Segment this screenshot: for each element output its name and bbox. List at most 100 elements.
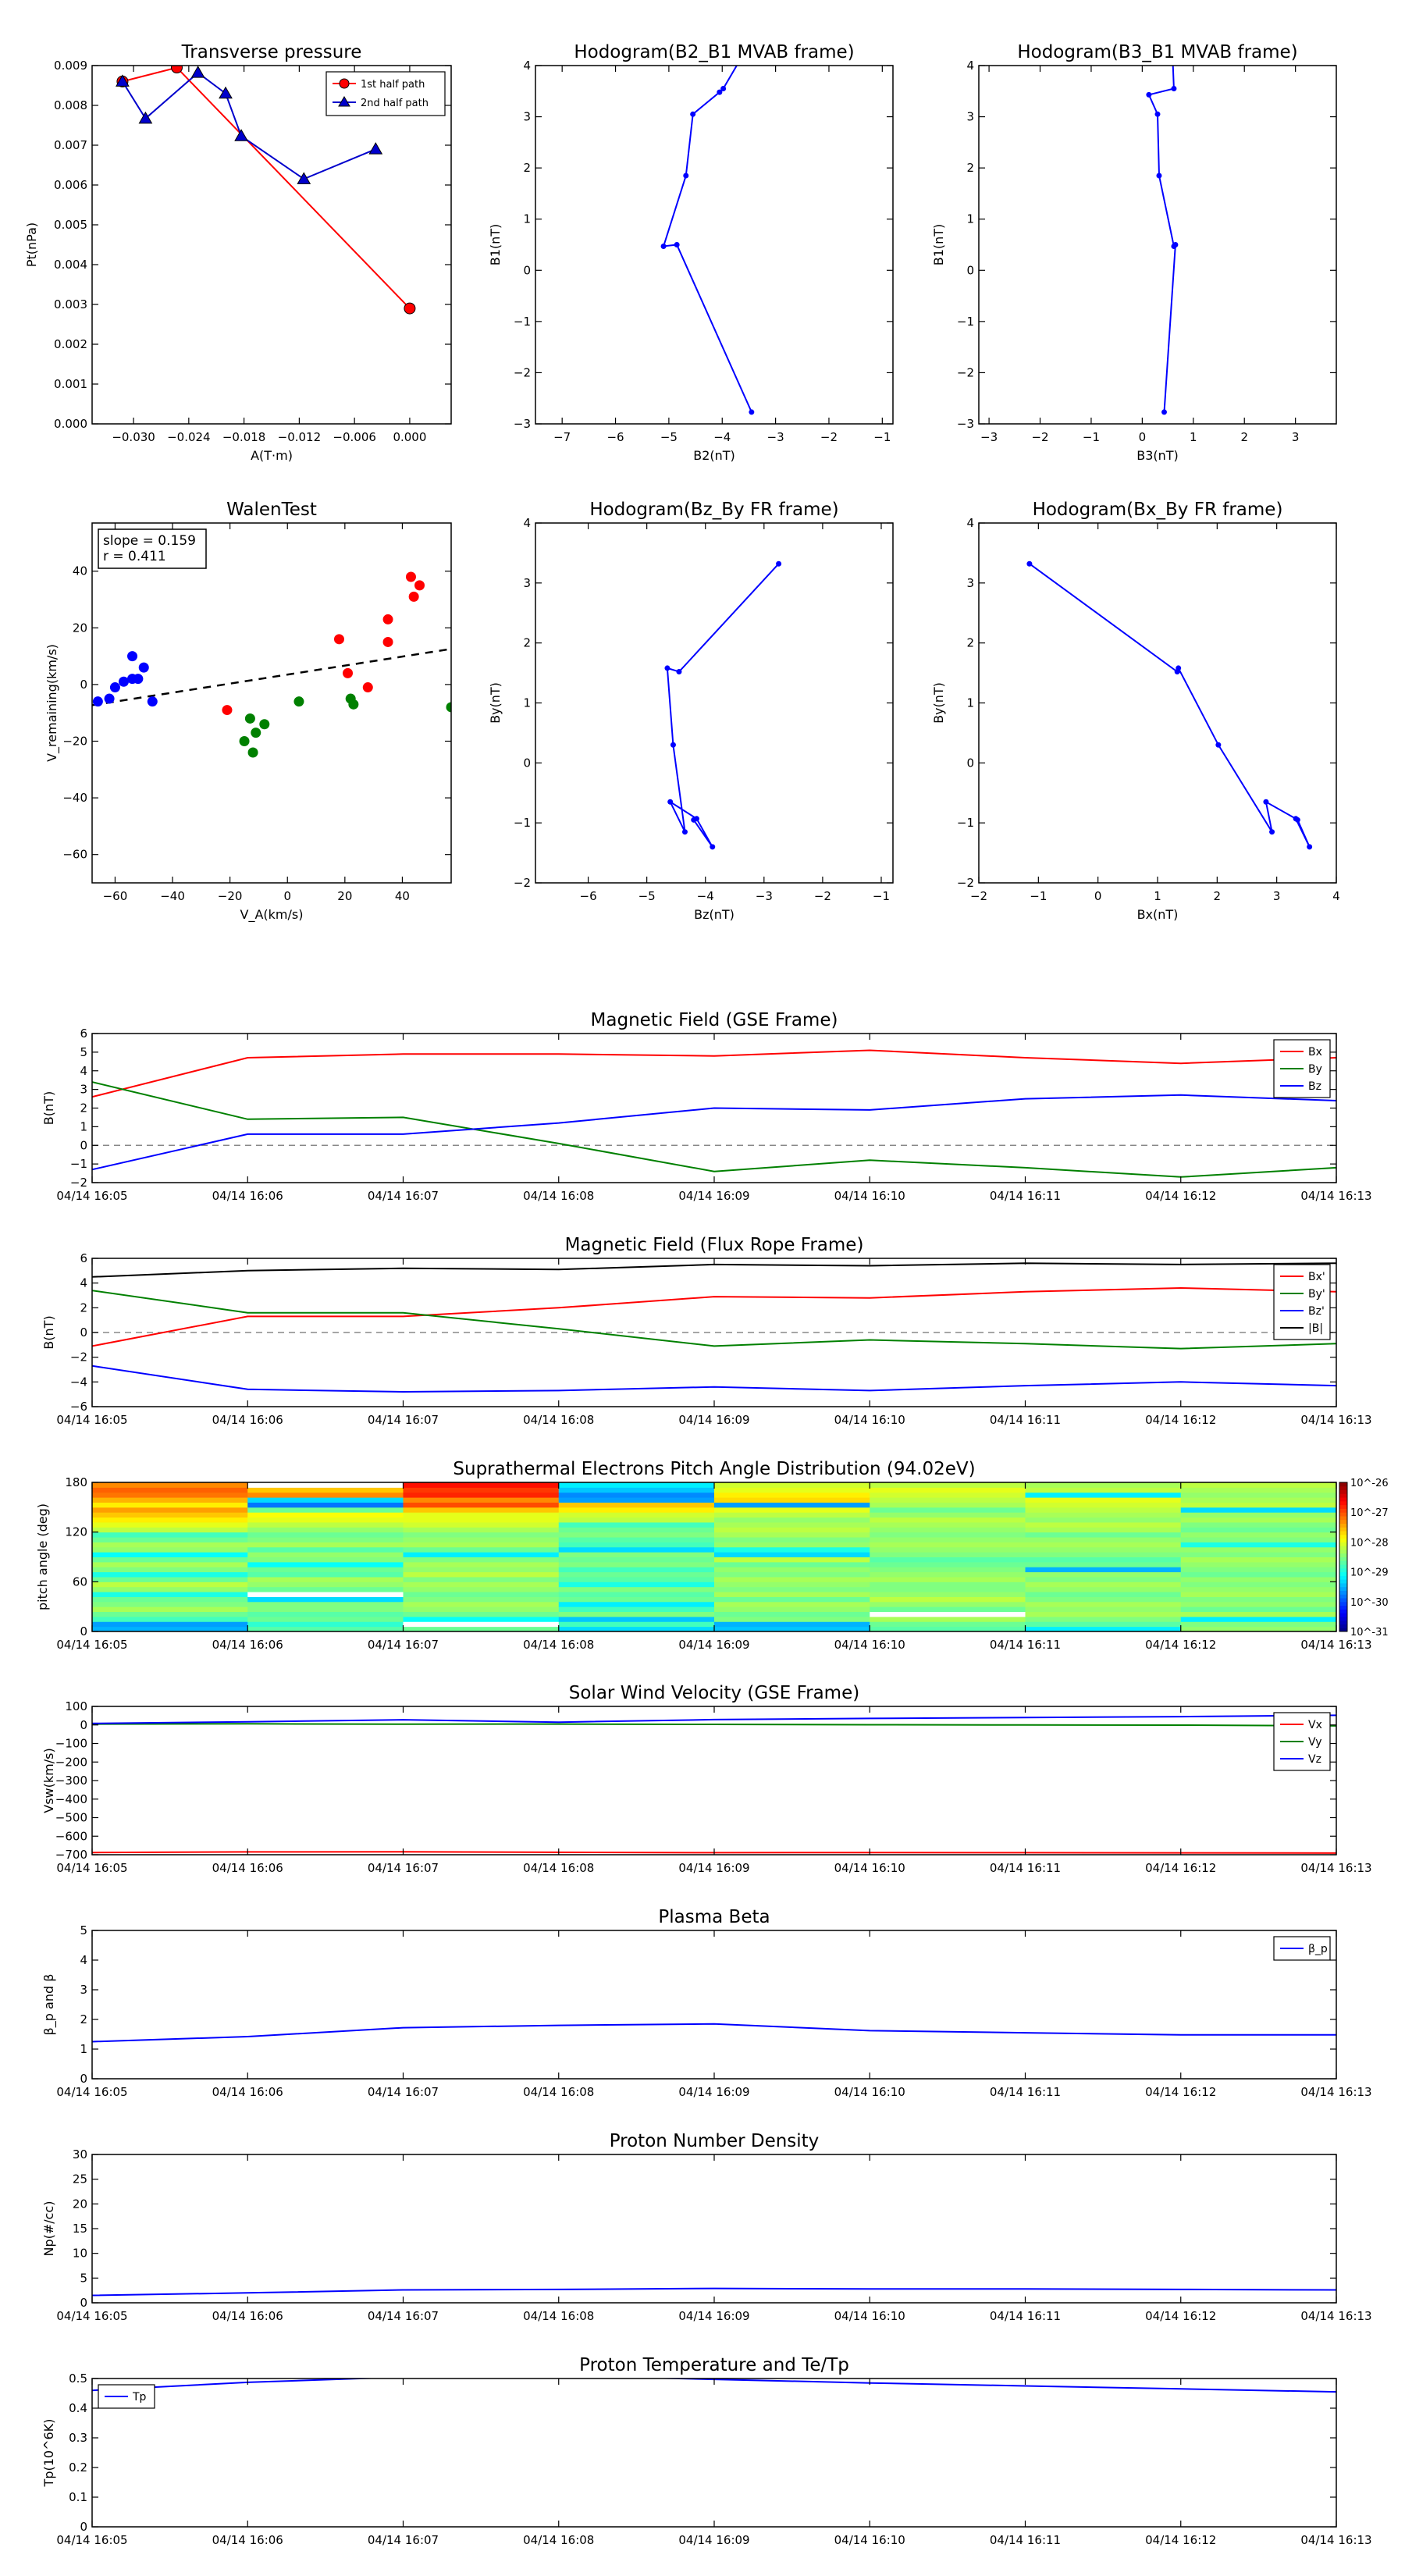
y-tick-label: 15 bbox=[73, 2222, 87, 2236]
heatmap-cell bbox=[558, 1592, 715, 1597]
y-tick-label: −1 bbox=[957, 816, 974, 830]
data-point bbox=[1269, 829, 1275, 835]
heatmap-cell bbox=[247, 1582, 404, 1588]
y-tick-label: 4 bbox=[966, 516, 974, 530]
y-tick-label: −1 bbox=[70, 1157, 87, 1171]
chart-title: Suprathermal Electrons Pitch Angle Distr… bbox=[453, 1459, 975, 1479]
colorbar-cell bbox=[1339, 1523, 1347, 1528]
data-point bbox=[670, 742, 676, 748]
colorbar-cell bbox=[1339, 1557, 1347, 1561]
x-tick-label: 04/14 16:05 bbox=[56, 2309, 127, 2323]
heatmap-cell bbox=[247, 1592, 404, 1597]
y-tick-label: 1 bbox=[80, 2042, 87, 2056]
heatmap-cell bbox=[247, 1561, 404, 1567]
legend-label: Vx bbox=[1308, 1719, 1322, 1731]
colorbar-cell bbox=[1339, 1620, 1347, 1624]
heatmap-cell bbox=[558, 1582, 715, 1588]
x-axis-label: V_A(km/s) bbox=[240, 907, 304, 923]
x-tick-label: 04/14 16:13 bbox=[1300, 1861, 1371, 1875]
series-line-By' bbox=[92, 1290, 1336, 1350]
heatmap-cell bbox=[714, 1527, 870, 1533]
data-point bbox=[414, 580, 425, 591]
series-line-Vy bbox=[92, 1723, 1336, 1727]
y-tick-label: 20 bbox=[73, 621, 87, 635]
colorbar-cell bbox=[1339, 1601, 1347, 1606]
data-point bbox=[1263, 799, 1269, 805]
heatmap-cell bbox=[870, 1567, 1026, 1573]
heatmap-cell bbox=[1025, 1532, 1182, 1538]
chart-title: Hodogram(Bx_By FR frame) bbox=[1033, 500, 1283, 520]
heatmap-cell bbox=[403, 1532, 560, 1538]
x-tick-label: 0 bbox=[283, 889, 291, 903]
y-tick-label: 0 bbox=[80, 678, 87, 692]
figure-canvas: Transverse pressure −0.030 −0.024 −0.018 −0.… bbox=[24, 42, 1389, 2547]
data-point bbox=[1171, 243, 1177, 249]
data-point bbox=[118, 676, 129, 687]
heatmap-cell bbox=[870, 1527, 1026, 1533]
legend-label: 1st half path bbox=[361, 79, 425, 91]
heatmap-cell bbox=[403, 1487, 560, 1493]
heatmap-cell bbox=[1025, 1507, 1182, 1513]
heatmap-cell bbox=[1025, 1542, 1182, 1548]
heatmap-cell bbox=[1180, 1567, 1336, 1573]
y-tick-label: 2 bbox=[80, 1300, 87, 1315]
data-point bbox=[171, 66, 183, 74]
x-tick-label: 04/14 16:10 bbox=[834, 1861, 905, 1875]
x-tick-label: 3 bbox=[1292, 430, 1300, 444]
x-tick-label: −1 bbox=[873, 430, 891, 444]
x-tick-label: 04/14 16:11 bbox=[990, 1638, 1061, 1652]
x-axis-label: A(T·m) bbox=[251, 448, 293, 463]
heatmap-cell bbox=[1180, 1596, 1336, 1603]
chart-title: Proton Temperature and Te/Tp bbox=[579, 2355, 849, 2375]
x-tick-label: 3 bbox=[1273, 889, 1281, 903]
heatmap-cell bbox=[558, 1527, 715, 1533]
heatmap-cell bbox=[558, 1561, 715, 1567]
x-tick-label: −20 bbox=[218, 889, 243, 903]
axes-frame bbox=[91, 1930, 1337, 2080]
series-line-Bx bbox=[92, 1049, 1336, 1098]
x-tick-label: −1 bbox=[873, 889, 890, 903]
x-tick-label: 04/14 16:07 bbox=[368, 1861, 439, 1875]
heatmap-cell bbox=[558, 1492, 715, 1498]
heatmap-cell bbox=[247, 1521, 404, 1528]
heatmap-cell bbox=[714, 1497, 870, 1503]
y-axis-label: Pt(nPa) bbox=[24, 222, 39, 267]
series-line-0 bbox=[92, 2287, 1336, 2297]
x-tick-label: 04/14 16:11 bbox=[990, 1861, 1061, 1875]
y-axis-label: Np(#/cc) bbox=[41, 2201, 56, 2257]
heatmap-cell bbox=[403, 1502, 560, 1508]
x-tick-label: 04/14 16:12 bbox=[1145, 2533, 1216, 2547]
x-tick-label: 4 bbox=[1332, 889, 1340, 903]
data-point bbox=[1307, 844, 1313, 850]
x-tick-label: −5 bbox=[660, 430, 678, 444]
data-point bbox=[190, 66, 205, 78]
series-line-β_p bbox=[92, 2023, 1336, 2043]
heatmap-cell bbox=[558, 1606, 715, 1613]
heatmap-cell bbox=[1180, 1561, 1336, 1567]
colorbar-tick-label: 10^-31 bbox=[1350, 1627, 1389, 1638]
colorbar-cell bbox=[1339, 1482, 1347, 1487]
x-tick-label: 04/14 16:11 bbox=[990, 1413, 1061, 1427]
colorbar-tick-label: 10^-28 bbox=[1350, 1537, 1389, 1549]
legend-label: Bz bbox=[1308, 1080, 1321, 1093]
series-line-0 bbox=[1029, 563, 1311, 848]
data-point bbox=[1026, 560, 1033, 567]
y-tick-label: 1 bbox=[966, 212, 974, 226]
y-tick-label: 3 bbox=[80, 1083, 87, 1097]
y-axis-label: Tp(10^6K) bbox=[41, 2419, 56, 2488]
x-tick-label: 04/14 16:08 bbox=[523, 2533, 594, 2547]
heatmap-cell bbox=[92, 1527, 248, 1533]
data-layer bbox=[92, 1262, 1336, 1393]
heatmap-cell bbox=[870, 1507, 1026, 1513]
heatmap-cell bbox=[92, 1542, 248, 1548]
data-point bbox=[710, 844, 716, 850]
heatmap-cell bbox=[1180, 1606, 1336, 1613]
x-tick-label: 04/14 16:13 bbox=[1300, 2309, 1371, 2323]
heatmap-cell bbox=[714, 1616, 870, 1622]
data-point bbox=[1176, 665, 1182, 671]
heatmap-cell bbox=[870, 1606, 1026, 1613]
heatmap-cell bbox=[403, 1521, 560, 1528]
x-tick-label: −0.030 bbox=[112, 430, 155, 444]
y-tick-label: 0.003 bbox=[54, 297, 87, 311]
data-point bbox=[1156, 173, 1162, 179]
